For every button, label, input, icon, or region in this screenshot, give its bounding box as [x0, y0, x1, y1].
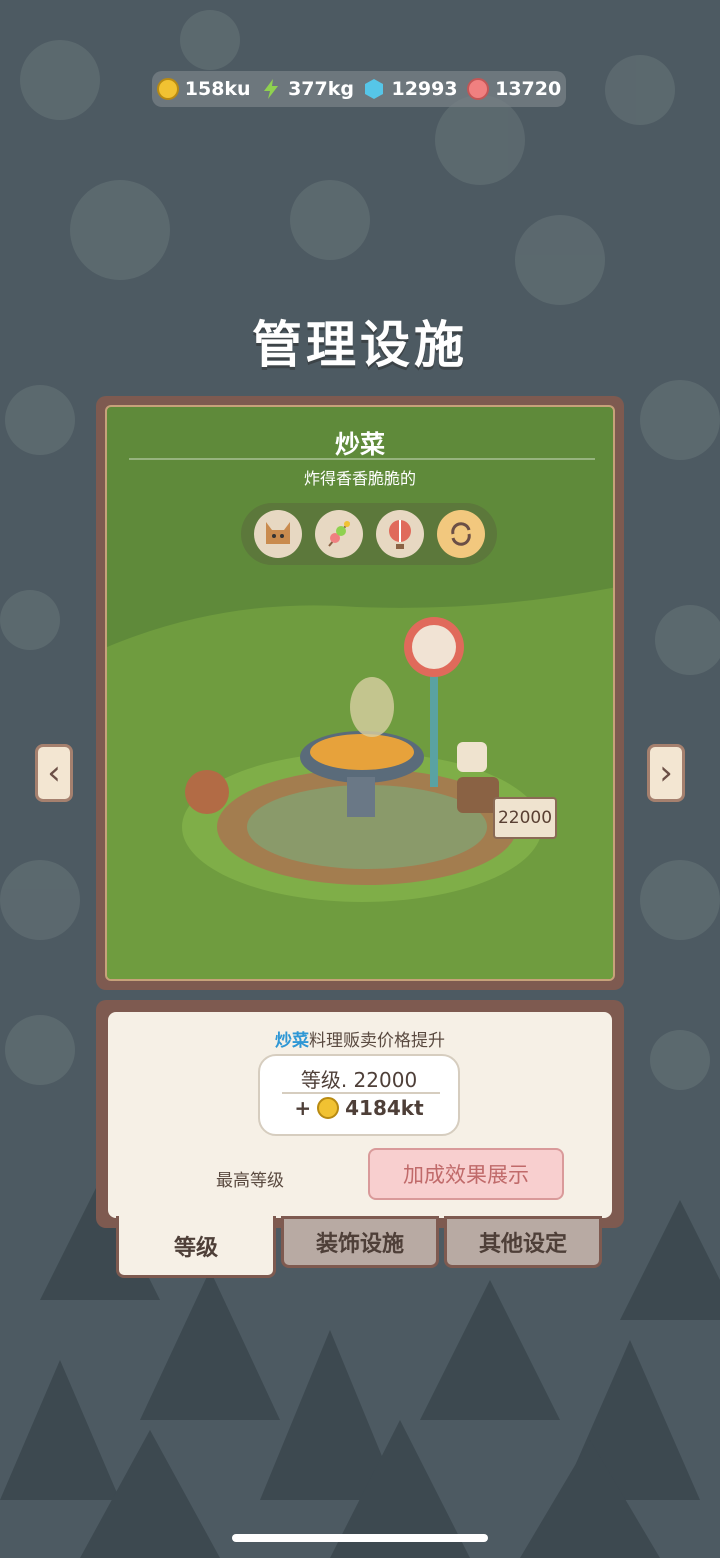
currency-bar: 158ku 377kg 12993 13720: [152, 71, 566, 107]
effect-display-button[interactable]: 加成效果展示: [368, 1148, 564, 1200]
bonus-description: 炒菜料理贩卖价格提升: [108, 1026, 612, 1051]
tab-decoration[interactable]: 装饰设施: [281, 1216, 439, 1268]
currency-value: 13720: [495, 78, 562, 100]
coin-icon: [156, 78, 179, 100]
currency-value: 12993: [391, 78, 458, 100]
price-sign: 22000: [493, 797, 557, 839]
prev-facility-button[interactable]: ‹: [35, 744, 73, 802]
gain-row: + 4184kt: [260, 1096, 458, 1120]
facility-name: 炒菜: [334, 430, 385, 459]
energy-icon: [260, 78, 282, 100]
facility-icon-row: [241, 503, 497, 565]
currency-energy[interactable]: 377kg: [260, 78, 354, 100]
home-indicator[interactable]: [232, 1534, 488, 1542]
candy-icon: [467, 78, 490, 100]
next-facility-button[interactable]: ›: [647, 744, 685, 802]
divider: [282, 1092, 440, 1094]
gem-icon: [363, 78, 385, 100]
divider: [129, 458, 595, 460]
facility-illustration: [107, 587, 613, 979]
tab-other-settings[interactable]: 其他设定: [444, 1216, 602, 1268]
currency-gem[interactable]: 12993: [363, 78, 458, 100]
max-level-label: 最高等级: [216, 1171, 284, 1191]
level-panel: 炒菜料理贩卖价格提升 等级. 22000 + 4184kt 最高等级 加成效果展…: [96, 1000, 624, 1228]
level-panel-inner: 炒菜料理贩卖价格提升 等级. 22000 + 4184kt 最高等级 加成效果展…: [108, 1012, 612, 1218]
currency-coin[interactable]: 158ku: [156, 78, 251, 100]
tab-level[interactable]: 等级: [116, 1216, 276, 1278]
page-title: 管理设施: [252, 316, 468, 374]
currency-candy[interactable]: 13720: [467, 78, 561, 100]
coin-icon: [317, 1097, 340, 1119]
cat-icon[interactable]: [253, 510, 302, 558]
skewer-icon[interactable]: [314, 510, 363, 558]
tab-bar: 等级 装饰设施 其他设定: [116, 1216, 604, 1280]
refresh-icon[interactable]: [436, 510, 485, 558]
level-label: 等级. 22000: [300, 1068, 418, 1092]
currency-value: 377kg: [288, 78, 354, 100]
currency-value: 158ku: [184, 78, 251, 100]
facility-scene: 炒菜 炸得香香脆脆的 22000: [105, 405, 615, 981]
gain-prefix: +: [294, 1096, 312, 1120]
facility-description: 炸得香香脆脆的: [303, 469, 416, 488]
bonus-highlight: 炒菜: [275, 1031, 309, 1051]
gain-value: 4184kt: [345, 1096, 424, 1120]
level-box: 等级. 22000 + 4184kt: [258, 1054, 460, 1136]
bonus-text: 料理贩卖价格提升: [309, 1031, 445, 1051]
balloon-icon[interactable]: [375, 510, 424, 558]
facility-panel: 炒菜 炸得香香脆脆的 22000: [96, 396, 624, 990]
